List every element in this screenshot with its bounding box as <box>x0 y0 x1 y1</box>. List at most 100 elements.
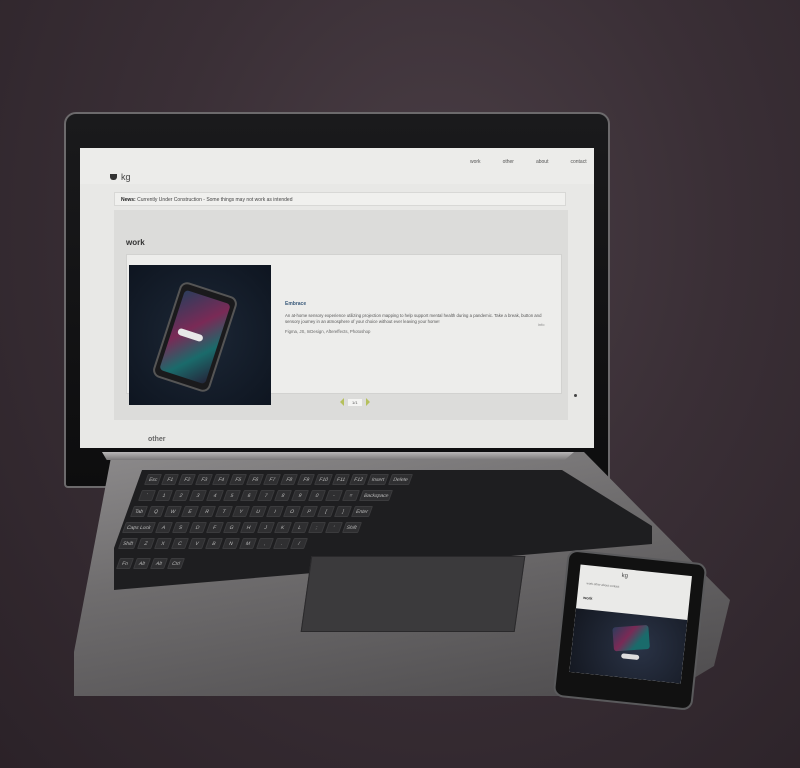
keyboard-key: Z <box>137 538 156 549</box>
news-label: News: <box>121 197 136 203</box>
keyboard-key: [ <box>317 506 336 517</box>
mobile-render-button <box>621 653 640 661</box>
prev-arrow-icon[interactable] <box>340 398 344 406</box>
scroll-indicator[interactable] <box>574 394 577 397</box>
keyboard-row-shift: Shift Z X C V B N M,. / <box>117 538 309 549</box>
mobile-section-title: work <box>582 594 593 601</box>
keyboard-row-home: Caps Lock A S D F G H J K L; ' Shift <box>121 522 362 533</box>
keyboard-key: Y <box>232 506 251 517</box>
project-more-link[interactable]: info <box>538 322 544 327</box>
site-logo[interactable]: kg <box>110 172 131 182</box>
laptop-hinge <box>102 452 574 460</box>
keyboard-key: 4 <box>205 490 225 501</box>
keyboard-key: ' <box>324 522 343 533</box>
keyboard-key: Shift <box>341 522 362 533</box>
keyboard-key: V <box>188 538 207 549</box>
keyboard-key: L <box>290 522 309 533</box>
keyboard-key: F5 <box>229 474 248 485</box>
keyboard-key: Ctrl <box>166 558 186 569</box>
keyboard-key: D <box>188 522 207 533</box>
nav-other[interactable]: other <box>503 159 514 165</box>
keyboard-key: P <box>300 506 319 517</box>
keyboard-key: - <box>324 490 344 501</box>
keyboard-key: Alt <box>132 558 152 569</box>
keyboard-key: Caps Lock <box>121 522 156 533</box>
keyboard-key: F10 <box>314 474 333 485</box>
keyboard-key: O <box>283 506 302 517</box>
keyboard-key: S <box>171 522 190 533</box>
keyboard-key: F11 <box>331 474 351 485</box>
project-description: An at-home sensory experience utilizing … <box>285 313 542 324</box>
keyboard-key: F8 <box>280 474 299 485</box>
keyboard-key: Esc <box>143 474 163 485</box>
keyboard-key: Backspace <box>358 490 394 501</box>
keyboard-key: F6 <box>246 474 265 485</box>
keyboard-key: H <box>239 522 258 533</box>
keyboard-key: N <box>222 538 241 549</box>
next-section-title: other <box>148 436 166 443</box>
nav-contact[interactable]: contact <box>570 159 586 165</box>
keyboard-key: R <box>198 506 217 517</box>
keyboard-key: 3 <box>188 490 208 501</box>
keyboard-key: A <box>154 522 173 533</box>
keyboard-key: 7 <box>256 490 276 501</box>
keyboard-key: F9 <box>297 474 316 485</box>
project-card: Embrace An at-home sensory experience ut… <box>126 254 562 405</box>
keyboard-key: F2 <box>178 474 197 485</box>
phone-render-image <box>151 280 239 394</box>
keyboard-row-function: Esc F1 F2 F3 F4 F5 F6 F7 F8 F9 F10 F11 F12 Insert Dele… <box>143 474 413 485</box>
keyboard-key: K <box>273 522 292 533</box>
keyboard-key: G <box>222 522 241 533</box>
keyboard-key: 1 <box>154 490 174 501</box>
website: kg work other about contact News: Curren… <box>80 148 594 448</box>
keyboard-row-qwerty: Tab Q W E R T Y U I O P[] Enter <box>129 506 374 517</box>
keyboard-key: 2 <box>171 490 191 501</box>
nav-work[interactable]: work <box>470 159 481 165</box>
keyboard-key: ; <box>307 522 326 533</box>
cup-icon <box>110 174 117 180</box>
keyboard-key: 8 <box>273 490 293 501</box>
keyboard-key: T <box>215 506 234 517</box>
news-banner: News: Currently Under Construction - Som… <box>114 192 566 206</box>
keyboard-key: ] <box>334 506 353 517</box>
keyboard-key: W <box>164 506 183 517</box>
keyboard-key: F4 <box>212 474 231 485</box>
project-title[interactable]: Embrace <box>285 301 306 307</box>
project-thumbnail[interactable] <box>129 265 271 405</box>
keyboard-key: F3 <box>195 474 214 485</box>
nav-about[interactable]: about <box>536 159 549 165</box>
keyboard-key: J <box>256 522 275 533</box>
keyboard-key: Alt <box>149 558 169 569</box>
keyboard-key: 6 <box>239 490 259 501</box>
logo-text: kg <box>121 172 131 182</box>
work-section: work Embrace An at-home sensory experien… <box>114 210 568 420</box>
laptop-screen: kg work other about contact News: Curren… <box>80 148 594 448</box>
next-arrow-icon[interactable] <box>365 398 370 406</box>
section-title: work <box>126 238 145 247</box>
news-text: Currently Under Construction - Some thin… <box>137 197 293 203</box>
mobile-logo: kg <box>621 572 629 580</box>
keyboard-key: Q <box>147 506 166 517</box>
keyboard-key: Insert <box>366 474 390 485</box>
keyboard-key: F12 <box>349 474 368 485</box>
keyboard-key: B <box>205 538 224 549</box>
keyboard-key: Shift <box>117 538 139 549</box>
keyboard-key: E <box>181 506 200 517</box>
laptop-trackpad <box>300 556 526 632</box>
keyboard-row-bottom: Fn Alt Alt Ctrl <box>115 558 186 569</box>
keyboard-key: Fn <box>115 558 135 569</box>
keyboard-key: 0 <box>307 490 327 501</box>
keyboard-key: F7 <box>263 474 282 485</box>
mobile-phone-render <box>612 624 650 652</box>
keyboard-key: Enter <box>351 506 374 517</box>
keyboard-key: , <box>256 538 275 549</box>
keyboard-key: Delete <box>388 474 413 485</box>
keyboard-key: . <box>273 538 292 549</box>
pager-label: 1/1 <box>348 398 362 406</box>
keyboard-key: 5 <box>222 490 242 501</box>
keyboard-key: 9 <box>290 490 310 501</box>
keyboard-key: = <box>341 490 361 501</box>
site-header: kg work other about contact <box>80 148 594 184</box>
keyboard-key: I <box>266 506 285 517</box>
mobile-project-image <box>569 608 688 684</box>
